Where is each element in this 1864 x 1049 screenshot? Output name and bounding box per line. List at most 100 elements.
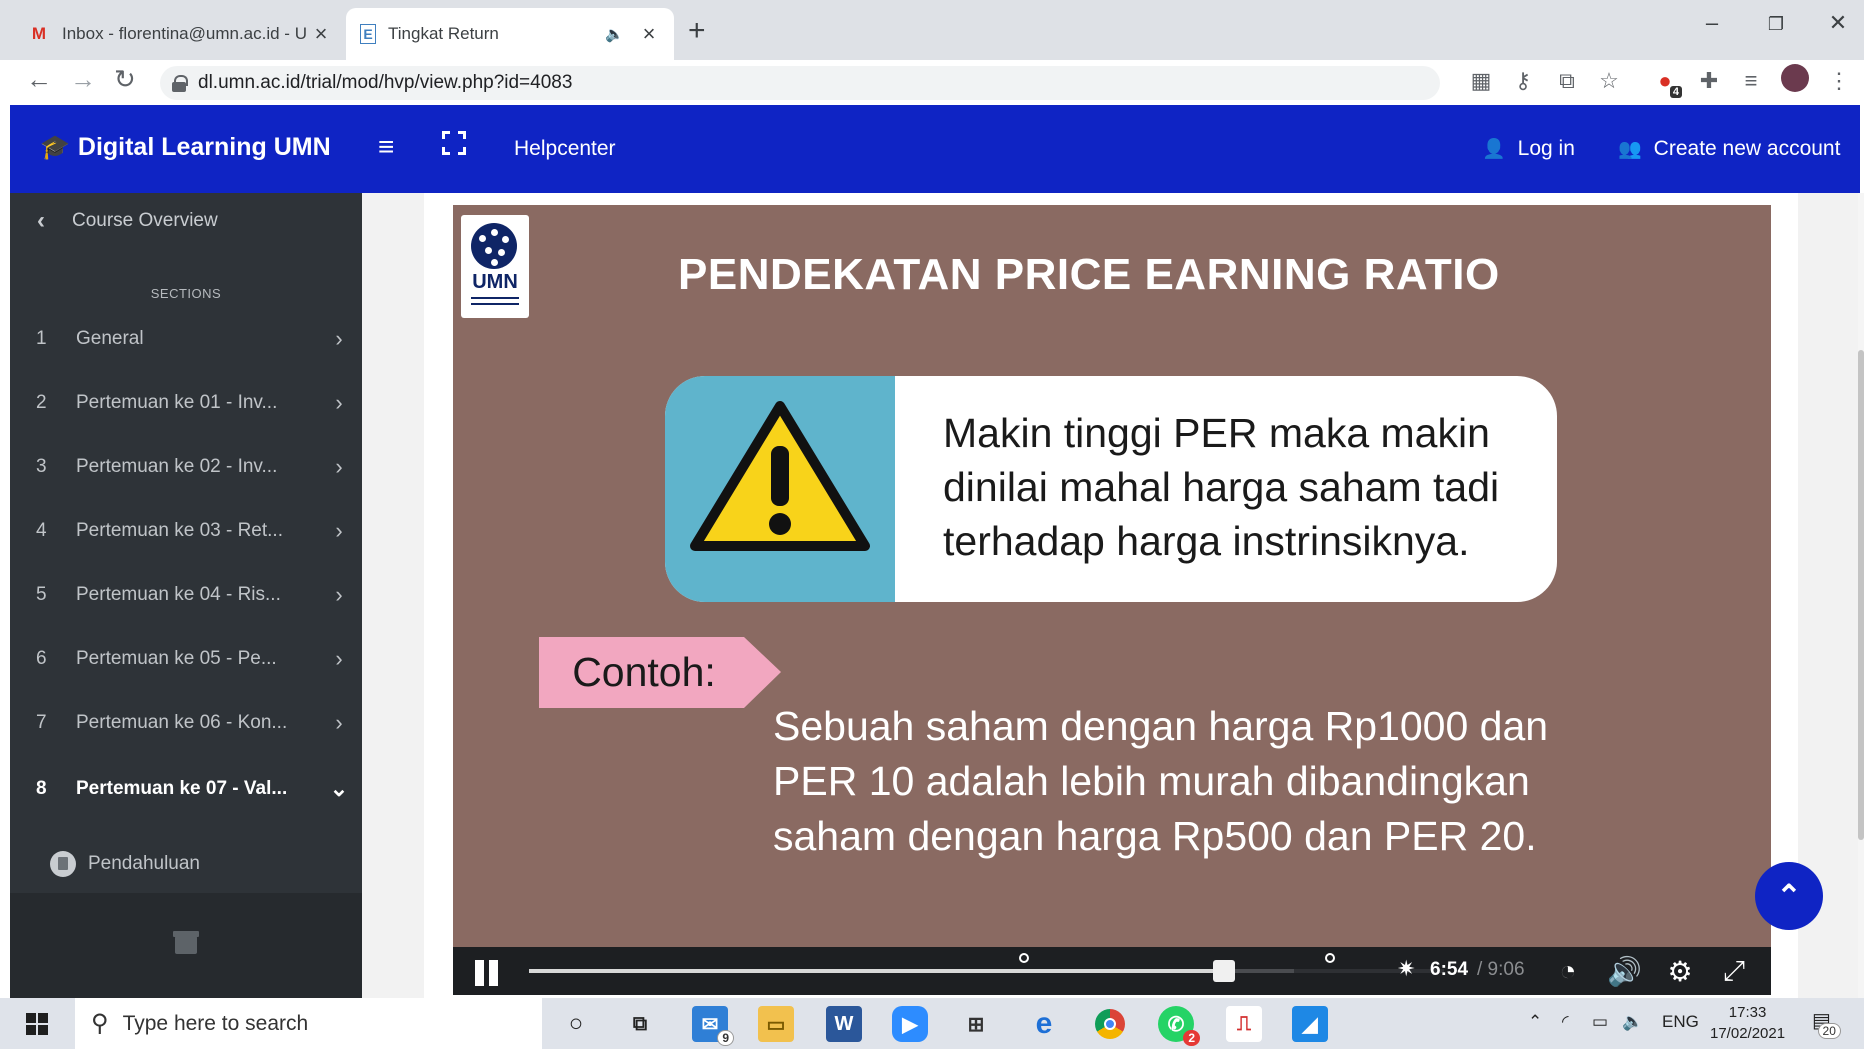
volume-icon[interactable]: 🔈 — [1622, 1012, 1643, 1032]
whatsapp-icon[interactable]: ✆ 2 — [1158, 1006, 1200, 1046]
section-number: 7 — [36, 712, 47, 733]
hamburger-menu-icon[interactable]: ≡ — [378, 131, 394, 163]
page-scrollbar-thumb[interactable] — [1858, 350, 1864, 840]
sections-heading: SECTIONS — [150, 286, 222, 301]
section-number: 4 — [36, 520, 47, 541]
reading-list-icon[interactable]: ≡ — [1736, 68, 1766, 94]
seek-thumb[interactable] — [1213, 960, 1235, 982]
archive-icon[interactable] — [173, 931, 199, 954]
clock-time: 17:33 — [1728, 1004, 1767, 1021]
contoh-tag: Contoh: — [539, 637, 781, 708]
chevron-down-icon: ⌄ — [329, 776, 349, 801]
helpcenter-link[interactable]: Helpcenter — [514, 137, 616, 161]
section-label: General — [76, 328, 144, 349]
tab-title: Tingkat Return — [388, 24, 499, 43]
word-icon[interactable]: W — [826, 1006, 862, 1042]
seek-bar[interactable]: ✷ — [529, 953, 1444, 982]
subitem-label: Pendahuluan — [88, 853, 200, 874]
puzzle-icon[interactable]: ✚ — [1694, 68, 1724, 94]
extension-icon[interactable]: ● 4 — [1650, 68, 1682, 98]
section-number: 5 — [36, 584, 47, 605]
volume-icon[interactable]: 🔊 — [1607, 955, 1642, 988]
sidebar-item-pertemuan-02[interactable]: 3 Pertemuan ke 02 - Inv... › — [10, 444, 362, 490]
sidebar-item-pertemuan-06[interactable]: 7 Pertemuan ke 06 - Kon... › — [10, 700, 362, 746]
add-user-icon: 👥 — [1618, 139, 1642, 160]
example-text: Sebuah saham dengan harga Rp1000 dan PER… — [773, 699, 1673, 864]
bookmark-star-icon[interactable]: ☆ — [1594, 68, 1624, 94]
store-icon[interactable]: ⊞ — [958, 1006, 994, 1042]
tab-inbox[interactable]: M Inbox - florentina@umn.ac.id - U × — [14, 8, 346, 60]
menu-kebab-icon[interactable]: ⋮ — [1824, 68, 1854, 94]
course-overview-link[interactable]: ‹ Course Overview — [10, 193, 362, 249]
sidebar-item-pertemuan-07[interactable]: 8 Pertemuan ke 07 - Val... ⌄ — [10, 766, 362, 812]
login-link[interactable]: 👤 Log in — [1482, 137, 1575, 161]
task-view-icon[interactable]: ⧉ — [622, 1006, 658, 1042]
video-controls: ✷ 6:54 / 9:06 ◔ 🔊 ⚙ ⤢ — [453, 947, 1771, 995]
cortana-icon[interactable]: ○ — [558, 1006, 594, 1042]
section-label: Pertemuan ke 04 - Ris... — [76, 584, 281, 605]
mail-icon[interactable]: ✉ 9 — [692, 1006, 734, 1046]
pdf-reader-icon[interactable]: ⎍ — [1226, 1006, 1262, 1042]
warning-text: Makin tinggi PER maka makin dinilai maha… — [943, 406, 1543, 568]
example-line: PER 10 adalah lebih murah dibandingkan — [773, 758, 1530, 804]
create-account-link[interactable]: 👥 Create new account — [1618, 137, 1840, 161]
file-explorer-icon[interactable]: ▭ — [758, 1006, 794, 1042]
close-tab-icon[interactable]: × — [310, 21, 332, 47]
sidebar-item-pertemuan-01[interactable]: 2 Pertemuan ke 01 - Inv... › — [10, 380, 362, 426]
fullscreen-expand-icon[interactable]: ⤢ — [1717, 955, 1751, 988]
avatar[interactable] — [1780, 64, 1810, 98]
speaker-icon[interactable]: 🔈 — [605, 25, 624, 43]
wifi-icon[interactable]: ◜ — [1562, 1012, 1569, 1032]
key-icon[interactable]: ⚷ — [1508, 68, 1538, 94]
language-indicator[interactable]: ENG — [1662, 1012, 1699, 1032]
star-marker-icon[interactable]: ✷ — [1397, 956, 1415, 982]
clock[interactable]: 17:33 17/02/2021 — [1710, 1002, 1785, 1044]
brand-logo[interactable]: 🎓 Digital Learning UMN — [40, 133, 331, 162]
windows-taskbar: ⚲ Type here to search ○ ⧉ ✉ 9 ▭ W ▶ ⊞ e ✆… — [0, 998, 1864, 1049]
settings-gear-icon[interactable]: ⚙ — [1663, 955, 1697, 988]
forward-arrow-icon[interactable]: → — [70, 64, 96, 95]
photos-icon[interactable]: ◢ — [1292, 1006, 1328, 1042]
minimize-button[interactable]: – — [1692, 10, 1732, 36]
interaction-marker[interactable] — [1325, 953, 1335, 963]
chrome-icon[interactable] — [1092, 1006, 1128, 1042]
mail-badge: 9 — [717, 1030, 734, 1046]
section-label: Pertemuan ke 06 - Kon... — [76, 712, 288, 733]
sidebar-subitem-pendahuluan[interactable]: Pendahuluan — [10, 841, 362, 887]
section-label: Pertemuan ke 02 - Inv... — [76, 456, 278, 477]
tab-tingkat-return[interactable]: E Tingkat Return 🔈 × — [346, 8, 674, 60]
interactive-video-slide[interactable]: UMN PENDEKATAN PRICE EARNING RATIO Makin… — [453, 205, 1771, 947]
edge-icon[interactable]: e — [1026, 1006, 1062, 1042]
playback-speed-icon[interactable]: ◔ — [1551, 955, 1585, 987]
close-tab-icon[interactable]: × — [638, 21, 660, 47]
page-favicon-icon: E — [360, 24, 376, 44]
qr-code-icon[interactable]: ▦ — [1466, 68, 1496, 94]
start-button[interactable] — [0, 998, 74, 1049]
notification-icon[interactable]: ▤ 20 — [1812, 1008, 1841, 1039]
back-arrow-icon[interactable]: ← — [26, 64, 52, 95]
interaction-marker[interactable] — [1019, 953, 1029, 963]
sidebar-item-pertemuan-05[interactable]: 6 Pertemuan ke 05 - Pe... › — [10, 636, 362, 682]
close-window-button[interactable]: ✕ — [1818, 10, 1858, 36]
taskbar-search[interactable]: ⚲ Type here to search — [75, 998, 542, 1049]
sidebar-item-pertemuan-04[interactable]: 5 Pertemuan ke 04 - Ris... › — [10, 572, 362, 618]
chevron-right-icon: › — [335, 326, 343, 351]
sidebar-item-general[interactable]: 1 General › — [10, 316, 362, 362]
chevron-up-icon[interactable]: ⌃ — [1528, 1012, 1542, 1032]
reload-icon[interactable]: ↻ — [114, 64, 136, 95]
notification-count: 20 — [1817, 1023, 1841, 1039]
battery-icon[interactable]: ▭ — [1592, 1012, 1608, 1032]
zoom-icon[interactable]: ▶ — [892, 1006, 928, 1042]
fullscreen-icon[interactable] — [442, 131, 466, 155]
pause-button[interactable] — [475, 960, 501, 986]
scroll-to-top-button[interactable]: ⌃ — [1755, 862, 1823, 930]
url-field[interactable]: dl.umn.ac.id/trial/mod/hvp/view.php?id=4… — [160, 66, 1440, 100]
sidebar-item-pertemuan-03[interactable]: 4 Pertemuan ke 03 - Ret... › — [10, 508, 362, 554]
translate-icon[interactable]: ⧉ — [1552, 68, 1582, 94]
logo-rule — [471, 303, 519, 305]
create-account-label: Create new account — [1653, 137, 1841, 160]
restore-button[interactable]: ❐ — [1756, 14, 1796, 35]
chevron-right-icon: › — [335, 390, 343, 415]
section-number: 1 — [36, 328, 47, 349]
new-tab-button[interactable]: + — [688, 14, 706, 48]
